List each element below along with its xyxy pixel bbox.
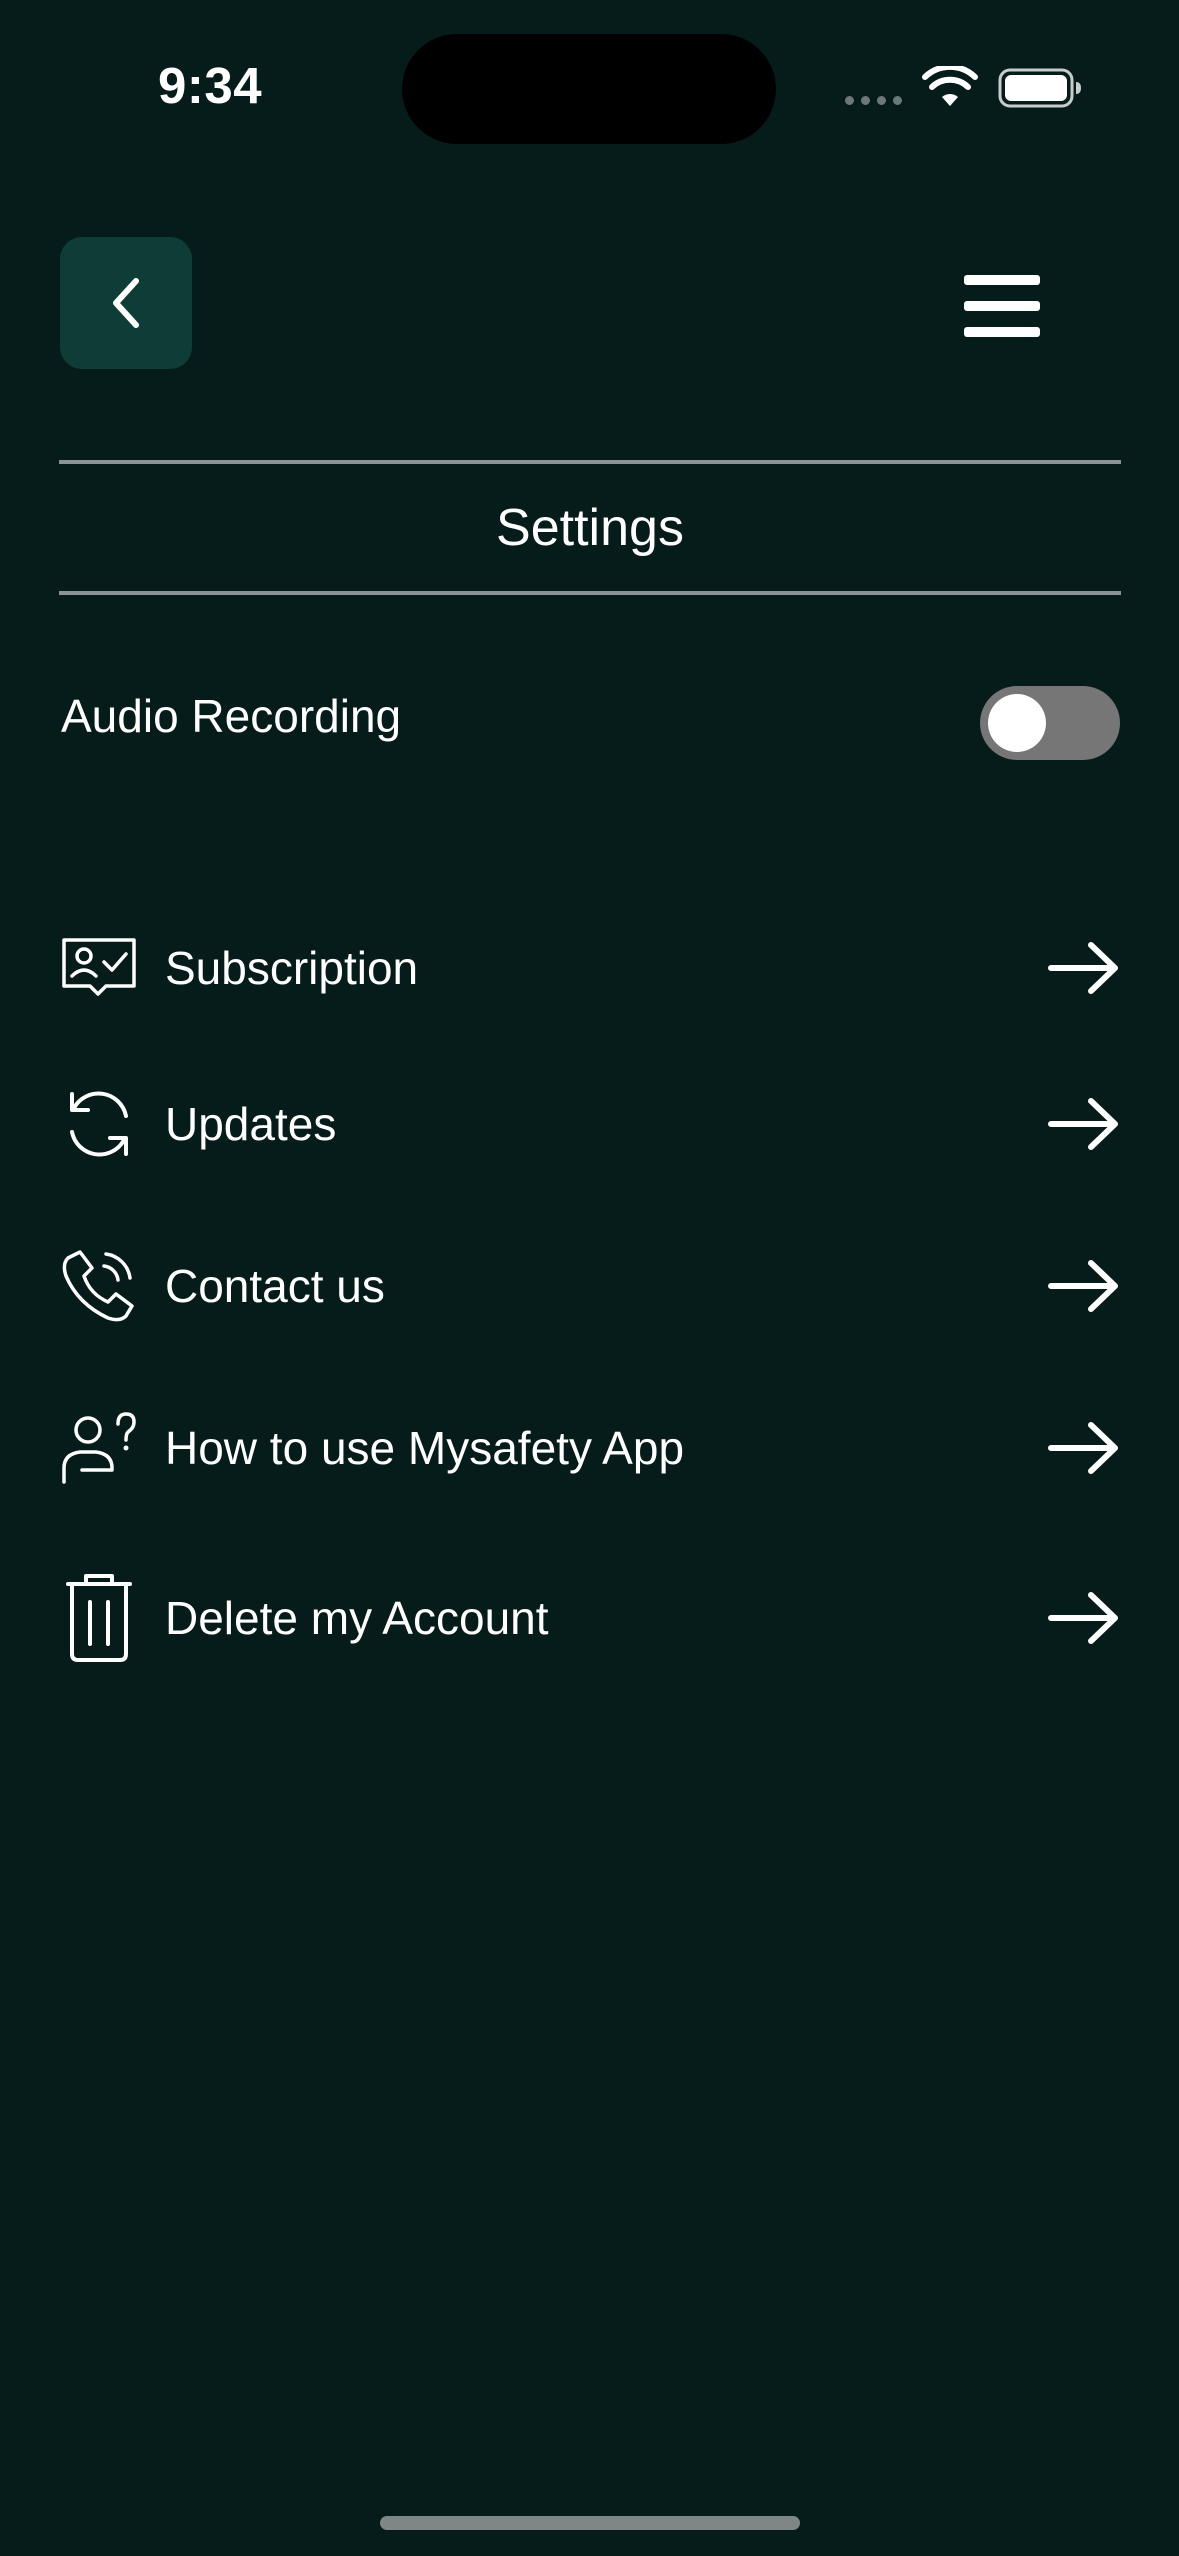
battery-icon [998,68,1081,108]
trash-icon [59,1573,139,1663]
chevron-left-icon [113,278,139,328]
menu-item-label: Delete my Account [165,1592,549,1644]
arrow-right-icon [1045,1588,1121,1648]
home-indicator[interactable] [380,2516,800,2530]
user-help-icon [59,1403,139,1493]
status-time: 9:34 [158,57,263,114]
menu-item-how-to-use[interactable]: How to use Mysafety App [59,1398,1121,1498]
dynamic-island [402,34,776,144]
menu-item-label: Updates [165,1098,337,1150]
page-title: Settings [496,499,684,557]
cellular-signal-icon [845,96,902,105]
back-button[interactable] [60,237,192,369]
title-divider-top [59,460,1121,464]
audio-recording-label: Audio Recording [61,690,402,742]
toggle-knob [988,694,1046,752]
arrow-right-icon [1045,1418,1121,1478]
menu-item-subscription[interactable]: Subscription [59,918,1121,1018]
audio-recording-toggle[interactable] [980,686,1120,760]
menu-item-delete-account[interactable]: Delete my Account [59,1568,1121,1668]
menu-item-contact-us[interactable]: Contact us [59,1236,1121,1336]
arrow-right-icon [1045,938,1121,998]
menu-item-label: How to use Mysafety App [165,1422,685,1474]
hamburger-menu-icon [964,275,1040,337]
menu-item-label: Contact us [165,1260,385,1312]
menu-item-label: Subscription [165,942,419,994]
refresh-icon [59,1079,139,1169]
title-divider-bottom [59,591,1121,595]
wifi-icon [922,66,978,106]
menu-button[interactable] [960,268,1044,344]
menu-item-updates[interactable]: Updates [59,1074,1121,1174]
phone-icon [59,1241,139,1331]
arrow-right-icon [1045,1256,1121,1316]
subscription-icon [59,923,139,1013]
arrow-right-icon [1045,1094,1121,1154]
